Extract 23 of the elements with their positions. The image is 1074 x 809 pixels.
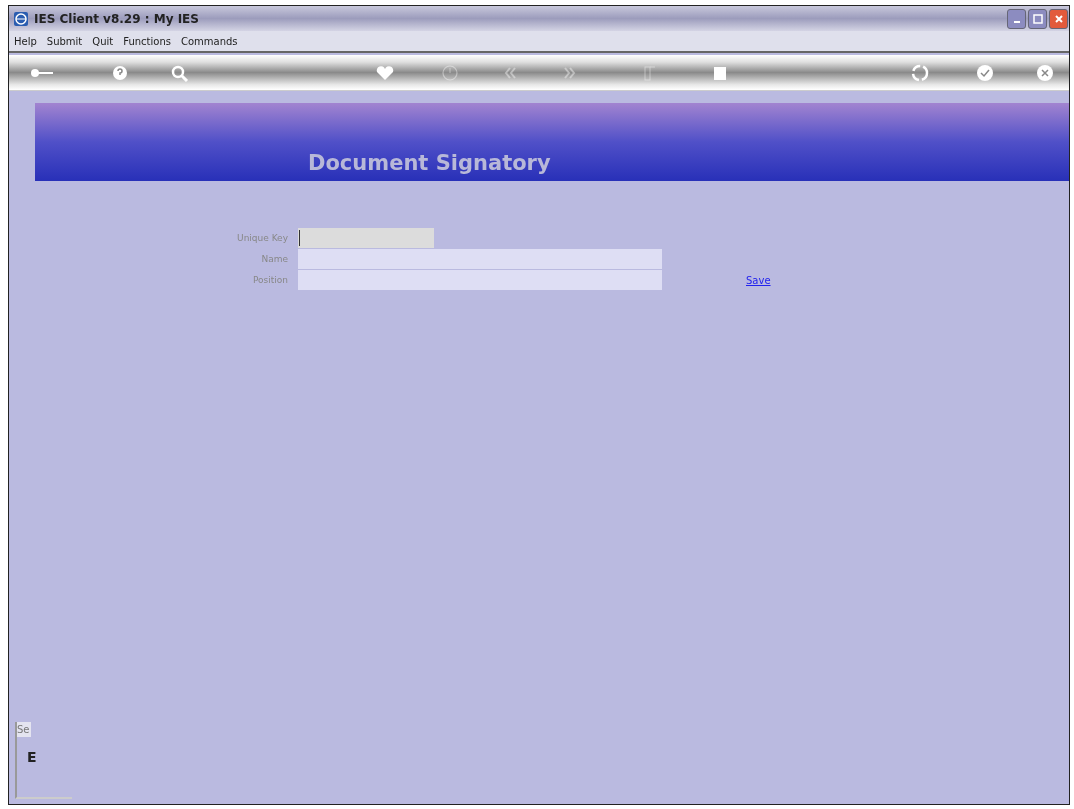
close-icon bbox=[1053, 13, 1064, 24]
page-title: Document Signatory bbox=[308, 151, 551, 175]
input-field[interactable] bbox=[298, 249, 662, 269]
field-label: Position bbox=[251, 275, 289, 285]
menu-item[interactable]: Functions bbox=[123, 35, 171, 47]
save-link[interactable]: Save bbox=[746, 274, 771, 286]
minimize-button[interactable] bbox=[1007, 8, 1026, 29]
window-title: IES Client v8.29 : My IES bbox=[34, 11, 199, 26]
input-field[interactable] bbox=[298, 228, 434, 248]
menu-item[interactable]: Commands bbox=[180, 35, 238, 47]
minimize-icon bbox=[1013, 21, 1020, 23]
maximize-icon bbox=[1032, 13, 1043, 24]
panel-letter: E bbox=[27, 749, 38, 765]
menu-item[interactable]: Submit bbox=[46, 35, 83, 47]
menu-item[interactable]: Help bbox=[14, 35, 37, 47]
globe-icon bbox=[13, 10, 29, 27]
maximize-button[interactable] bbox=[1028, 8, 1047, 29]
close-button[interactable] bbox=[1049, 8, 1068, 29]
field-label: Name bbox=[260, 254, 289, 264]
panel-tab[interactable]: Se bbox=[17, 722, 31, 737]
field-label: Unique Key bbox=[236, 233, 289, 243]
input-field[interactable] bbox=[298, 270, 662, 290]
menu-item[interactable]: Quit bbox=[92, 35, 114, 47]
